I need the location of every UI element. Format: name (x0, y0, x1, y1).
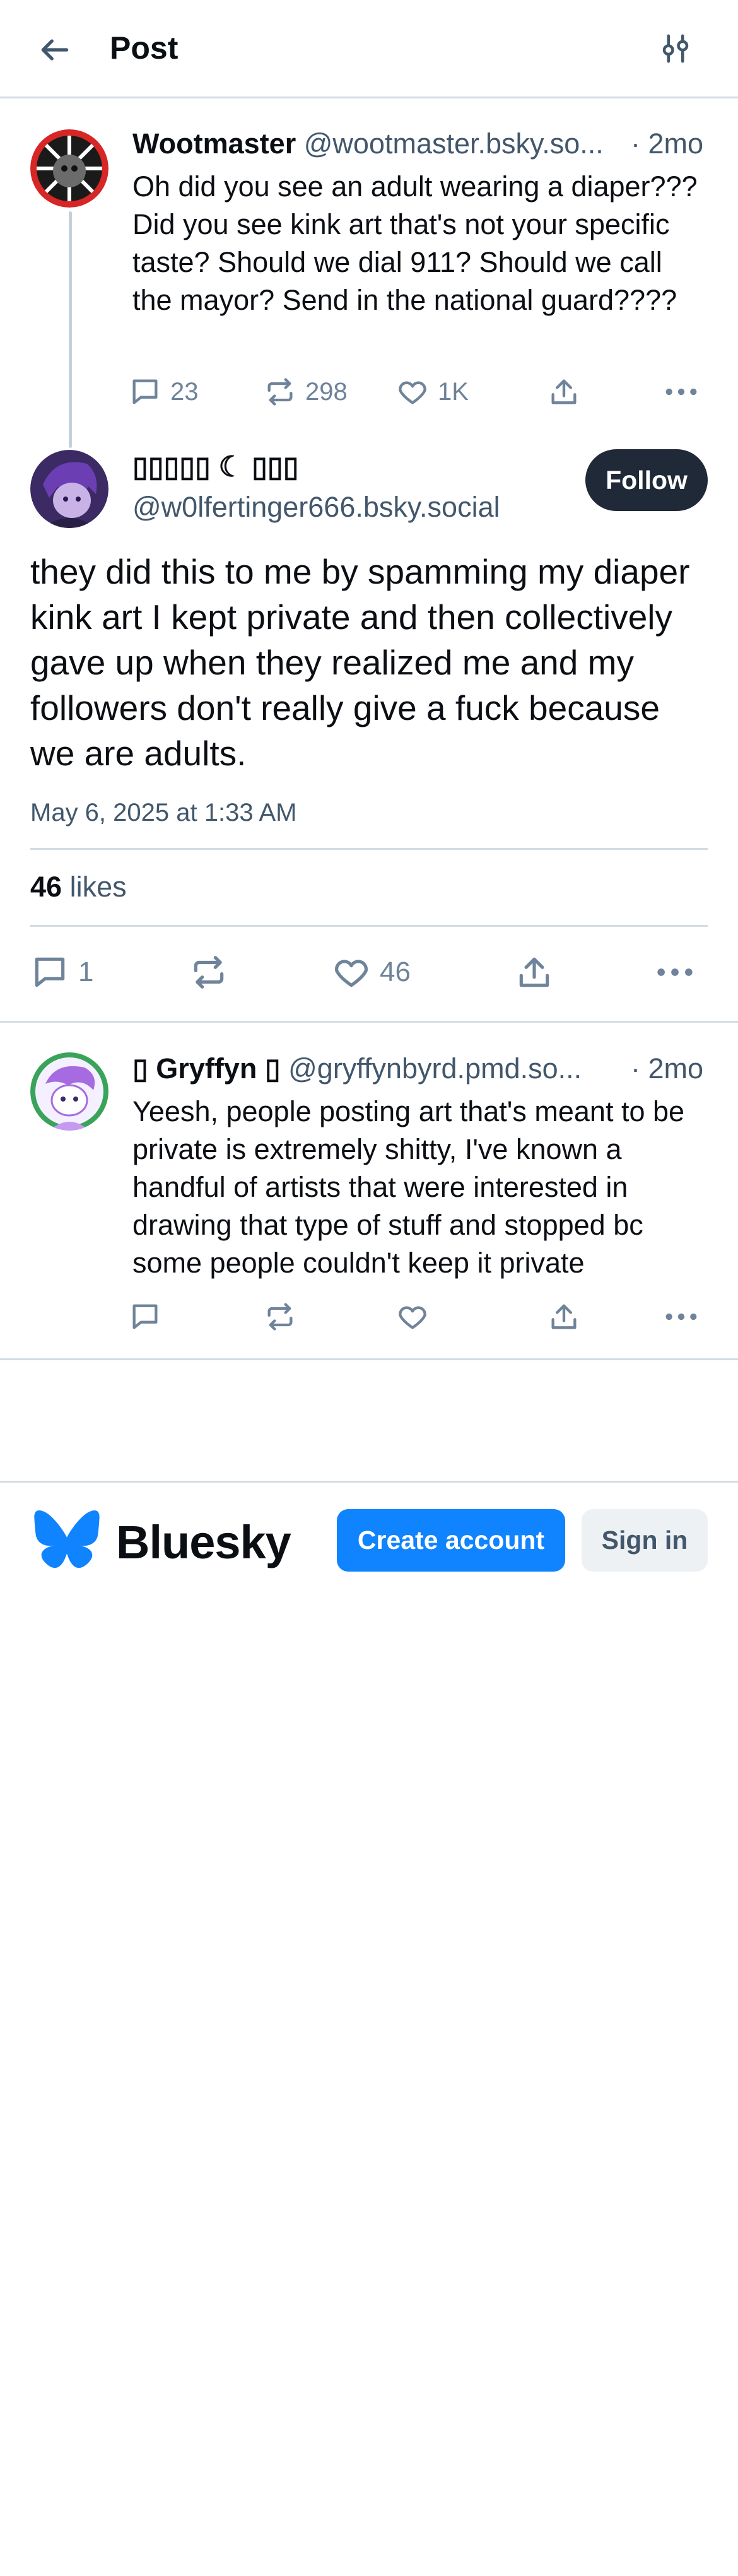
author-name[interactable]: Gryffyn (156, 1052, 257, 1085)
share-button[interactable] (548, 370, 580, 414)
ellipsis-icon (665, 1313, 697, 1320)
ellipsis-icon (665, 388, 697, 396)
like-button[interactable]: 46 (332, 950, 411, 994)
name-suffix: ▯ (264, 1052, 281, 1085)
avatar[interactable] (30, 450, 108, 528)
reply-button[interactable] (129, 1295, 161, 1339)
create-account-button[interactable]: Create account (337, 1509, 565, 1572)
sign-in-button[interactable]: Sign in (582, 1509, 708, 1572)
share-button[interactable] (548, 1295, 580, 1339)
post-actions: 23 298 1K (129, 370, 708, 414)
repost-icon (194, 956, 224, 989)
comment-icon (132, 379, 158, 404)
divider (30, 925, 708, 927)
share-icon (551, 379, 577, 404)
reply-button[interactable]: 23 (129, 370, 199, 414)
post-text: Oh did you see an adult wearing a diaper… (132, 170, 698, 316)
author-name[interactable]: ▯▯▯▯▯ ☾ ▯▯▯ (132, 449, 298, 485)
thread-settings-button[interactable] (653, 26, 698, 71)
likes-label: likes (69, 871, 127, 903)
post-actions: 1 46 (30, 950, 708, 994)
follow-button[interactable]: Follow (585, 449, 708, 511)
avatar[interactable] (30, 129, 108, 208)
arrow-left-icon (41, 39, 69, 61)
heart-icon (399, 381, 426, 404)
share-icon (551, 1304, 577, 1329)
thread-connector (69, 211, 72, 448)
like-button[interactable]: 1K (396, 370, 469, 414)
post-time[interactable]: · 2mo (631, 126, 703, 162)
butterfly-logo-icon (34, 1510, 100, 1568)
post-actions (129, 1295, 708, 1339)
author-name[interactable]: Wootmaster (132, 127, 296, 160)
divider (30, 848, 708, 850)
author-handle[interactable]: @w0lfertinger666.bsky.social (132, 490, 500, 525)
post-author-line[interactable]: ▯ Gryffyn ▯ @gryffynbyrd.pmd.so... (132, 1051, 708, 1086)
repost-button[interactable] (189, 950, 228, 994)
like-button[interactable] (396, 1295, 429, 1339)
ellipsis-icon (657, 968, 693, 976)
post-text: Yeesh, people posting art that's meant t… (132, 1095, 685, 1279)
heart-icon (399, 1306, 426, 1329)
back-button[interactable] (33, 28, 77, 72)
like-count: 1K (438, 377, 469, 406)
repost-button[interactable] (264, 1295, 296, 1339)
likes-count: 46 (30, 871, 62, 903)
likes-summary[interactable]: 46 likes (30, 869, 127, 905)
share-button[interactable] (515, 950, 554, 994)
divider (0, 1358, 738, 1360)
more-options-button[interactable] (662, 370, 700, 414)
top-bar: Post (0, 0, 738, 98)
page-title: Post (110, 30, 179, 66)
reply-button[interactable]: 1 (30, 950, 93, 994)
reply-count: 1 (78, 956, 94, 987)
repost-icon (267, 378, 293, 406)
post-text: they did this to me by spamming my diape… (30, 552, 690, 773)
repost-button[interactable]: 298 (264, 370, 348, 414)
post-time[interactable]: · 2mo (631, 1051, 703, 1086)
comment-icon (35, 957, 65, 987)
repost-icon (267, 1303, 293, 1331)
name-prefix: ▯ (132, 1052, 148, 1085)
post-timestamp[interactable]: May 6, 2025 at 1:33 AM (30, 795, 296, 830)
repost-count: 298 (305, 377, 348, 406)
reply-count: 23 (170, 377, 199, 406)
avatar[interactable] (30, 1052, 108, 1131)
author-handle[interactable]: @gryffynbyrd.pmd.so... (288, 1052, 582, 1085)
heart-icon (335, 960, 368, 987)
like-count: 46 (380, 956, 411, 987)
author-handle[interactable]: @wootmaster.bsky.so... (304, 127, 604, 160)
divider (0, 1021, 738, 1023)
share-icon (519, 957, 549, 987)
post-author-line[interactable]: Wootmaster @wootmaster.bsky.so... (132, 126, 708, 162)
brand-wordmark[interactable]: Bluesky (116, 1514, 291, 1571)
sliders-icon (662, 34, 689, 63)
more-options-button[interactable] (662, 1295, 700, 1339)
comment-icon (132, 1304, 158, 1329)
more-options-button[interactable] (653, 950, 696, 994)
